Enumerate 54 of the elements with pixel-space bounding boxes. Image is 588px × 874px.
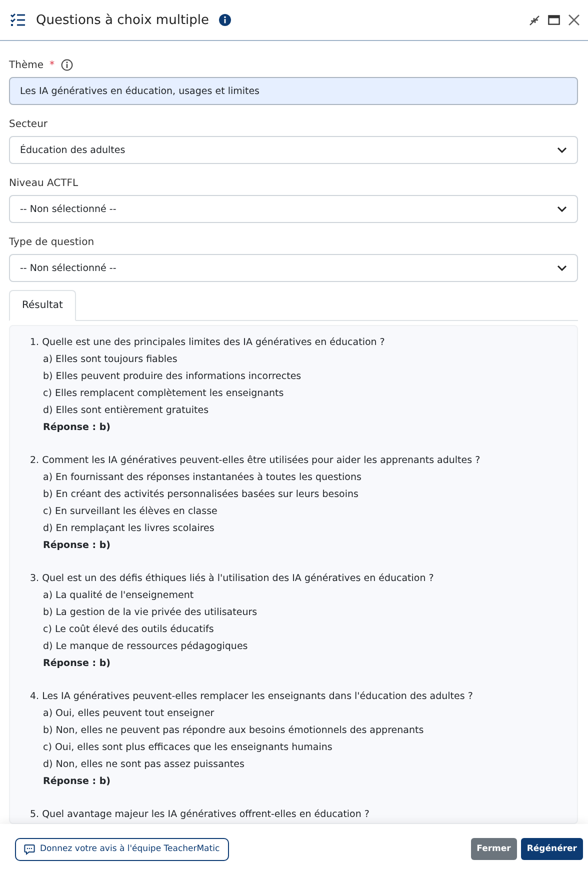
correct-answer: Réponse : b) bbox=[42, 657, 112, 671]
question-text: Quel est un des défis éthiques liés à l'utilisation des IA génératives en éducation ? bbox=[42, 572, 434, 586]
dropdown-field[interactable]: -- Non sélectionné -- bbox=[9, 254, 578, 282]
window-title: Questions à choix multiple bbox=[36, 12, 210, 28]
dropdown-field[interactable]: -- Non sélectionné -- bbox=[9, 195, 578, 223]
close-button[interactable]: Fermer bbox=[470, 838, 517, 860]
correct-answer: Réponse : b) bbox=[42, 775, 112, 789]
correct-answer: Réponse : b) bbox=[42, 539, 112, 553]
theme-field[interactable]: Les IA génératives en éducation, usages et limites bbox=[9, 77, 578, 105]
chevron-icon bbox=[557, 265, 567, 271]
answer-option: c) Elles remplacent complètement les enseignants bbox=[30, 385, 563, 402]
field-label: Thème bbox=[9, 60, 44, 70]
field-label: Secteur bbox=[9, 119, 48, 130]
question-text: Comment les IA génératives peuvent-elles être utilisées pour aider les apprenants adultes ? bbox=[42, 454, 480, 468]
question-number: 4. bbox=[30, 690, 40, 704]
answer-option: a) La qualité de l'enseignement bbox=[30, 587, 563, 604]
field-label: Type de question bbox=[9, 237, 94, 248]
field-label: Niveau ACTFL bbox=[9, 178, 78, 189]
answer-option: b) Elles peuvent produire des informations incorrectes bbox=[30, 368, 563, 385]
answer-option: a) En fournissant des réponses instantanées à toutes les questions bbox=[30, 469, 563, 486]
info-icon[interactable] bbox=[219, 14, 232, 26]
answer-option: d) Non, elles ne sont pas assez puissantes bbox=[30, 756, 563, 773]
info-icon[interactable] bbox=[60, 59, 72, 71]
collapse-icon[interactable] bbox=[529, 14, 540, 26]
maximize-icon[interactable] bbox=[548, 15, 560, 25]
answer-option: a) Elles sont toujours fiables bbox=[30, 351, 563, 368]
close-icon[interactable] bbox=[568, 14, 580, 26]
question-text: Quelle est une des principales limites des IA génératives en éducation ? bbox=[42, 336, 385, 350]
question-number: 3. bbox=[30, 572, 40, 586]
chevron-icon bbox=[557, 206, 567, 212]
question-text: Quel avantage majeur les IA génératives offrent-elles en éducation ? bbox=[42, 808, 370, 822]
question-number: 5. bbox=[30, 808, 40, 822]
regenerate-button[interactable]: Régénérer bbox=[520, 838, 583, 860]
question-number: 2. bbox=[30, 454, 40, 468]
question-number: 1. bbox=[30, 336, 40, 350]
chevron-icon bbox=[557, 147, 567, 153]
answer-option: c) Le coût élevé des outils éducatifs bbox=[30, 621, 563, 638]
result-tab[interactable]: Résultat bbox=[9, 290, 76, 321]
answer-option: c) Oui, elles sont plus efficaces que les enseignants humains bbox=[30, 739, 563, 756]
feedback-button[interactable]: Donnez votre avis à l'équipe TeacherMatic bbox=[15, 838, 229, 860]
answer-option: b) La gestion de la vie privée des utilisateurs bbox=[30, 604, 563, 621]
answer-option: d) En remplaçant les livres scolaires bbox=[30, 520, 563, 537]
checklist-icon bbox=[10, 13, 26, 27]
chat-icon bbox=[24, 844, 35, 854]
answer-option: a) Oui, elles peuvent tout enseigner bbox=[30, 705, 563, 722]
answer-option: c) En surveillant les élèves en classe bbox=[30, 503, 563, 520]
correct-answer: Réponse : b) bbox=[42, 421, 112, 435]
answer-option: d) Le manque de ressources pédagogiques bbox=[30, 638, 563, 655]
answer-option: b) Non, elles ne peuvent pas répondre aux besoins émotionnels des apprenants bbox=[30, 722, 563, 739]
answer-option: b) En créant des activités personnalisées basées sur leurs besoins bbox=[30, 486, 563, 503]
required-asterisk: * bbox=[50, 60, 54, 70]
question-text: Les IA génératives peuvent-elles remplacer les enseignants dans l'éducation des adultes ? bbox=[42, 690, 473, 704]
dropdown-field[interactable]: Éducation des adultes bbox=[9, 136, 578, 164]
answer-option: d) Elles sont entièrement gratuites bbox=[30, 402, 563, 419]
